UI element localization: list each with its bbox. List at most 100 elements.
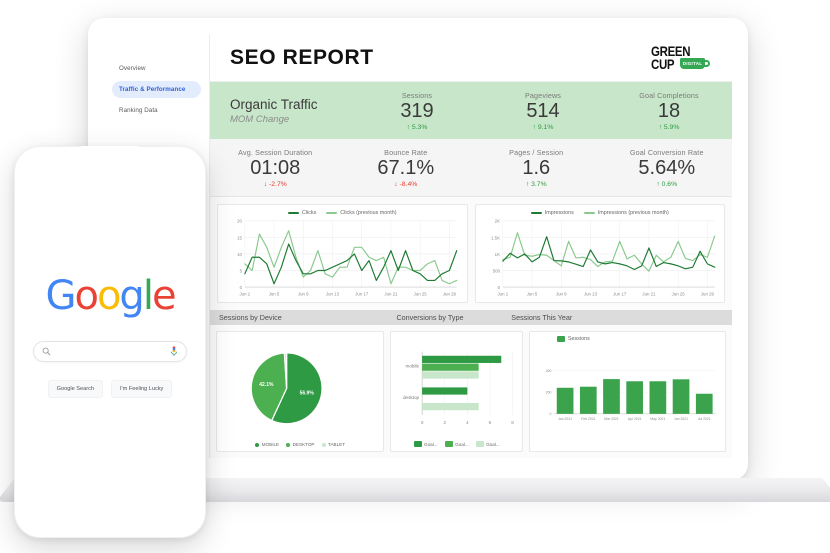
kpi-pageviews: Pageviews 514 ↑ 9.1% — [480, 82, 606, 139]
arrow-up-icon: ↑ — [406, 124, 410, 131]
svg-text:Jun 5: Jun 5 — [526, 292, 537, 297]
kpi-delta: ↑ 0.6% — [604, 181, 731, 188]
phone-notch — [81, 146, 139, 159]
bottom-charts-row: 56.9% 42.1% MOBILE DESKTOP TABLET 0 2 4 … — [210, 325, 732, 458]
legend-item: MOBILE — [255, 442, 279, 447]
svg-text:desktop: desktop — [403, 396, 420, 401]
logo-letter: g — [119, 273, 144, 319]
svg-text:10: 10 — [237, 252, 242, 257]
kpi-delta: ↓ -8.4% — [343, 181, 470, 188]
kpi-delta: ↑ 5.9% — [608, 124, 730, 131]
svg-text:Mar 2021: Mar 2021 — [604, 418, 618, 422]
sidebar-item-traffic-performance[interactable]: Traffic & Performance — [112, 81, 201, 98]
kpi-delta-text: 0.6% — [661, 181, 678, 188]
conversions-by-type-card: 0 2 4 6 8 mobile desktop Goal... Goal... — [390, 331, 523, 452]
legend-item: Sessions — [556, 336, 590, 343]
kpi-delta-text: -8.4% — [399, 181, 418, 188]
svg-text:56.9%: 56.9% — [300, 391, 315, 397]
svg-text:0: 0 — [497, 285, 500, 290]
legend-swatch — [255, 442, 260, 447]
legend-item: Clicks (previous month) — [326, 210, 397, 216]
section-header-bar: Sessions by Device Conversions by Type S… — [210, 310, 732, 326]
svg-text:42.1%: 42.1% — [259, 383, 274, 389]
kpi-lead: Organic Traffic MOM Change — [210, 82, 354, 139]
legend-item: Goal... — [475, 441, 500, 447]
svg-text:Jun 9: Jun 9 — [555, 292, 566, 297]
clicks-legend: Clicks Clicks (previous month) — [224, 210, 461, 216]
svg-text:1K: 1K — [494, 252, 499, 257]
kpi-band-secondary: Avg. Session Duration 01:08 ↓ -2.7% Boun… — [210, 139, 732, 197]
kpi-label: Goal Completions — [639, 91, 699, 100]
svg-text:Jun 1: Jun 1 — [240, 292, 251, 297]
microphone-icon[interactable] — [170, 346, 178, 358]
sidebar-item-overview[interactable]: Overview — [112, 60, 201, 77]
device-pie-chart: 56.9% 42.1% — [250, 352, 323, 425]
svg-text:mobile: mobile — [406, 364, 420, 369]
arrow-up-icon: ↑ — [656, 181, 660, 188]
svg-text:Jun 17: Jun 17 — [355, 292, 369, 297]
legend-label: MOBILE — [261, 442, 280, 447]
logo-letter: o — [74, 273, 99, 319]
section-title-sessions-this-year: Sessions This Year — [511, 313, 573, 323]
kpi-value: 18 — [657, 100, 681, 122]
legend-label: Clicks (previous month) — [340, 210, 397, 216]
kpi-delta: ↑ 9.1% — [482, 124, 604, 131]
legend-swatch — [556, 336, 565, 343]
google-search-button[interactable]: Google Search — [47, 380, 103, 398]
logo-letter: o — [96, 273, 122, 319]
logo-line-2: CUP DIGITAL — [650, 55, 710, 72]
svg-text:0: 0 — [421, 420, 424, 425]
kpi-label: Pages / Session — [509, 148, 564, 157]
svg-text:Jun 29: Jun 29 — [443, 292, 457, 297]
logo-text-cup: CUP — [650, 55, 675, 72]
logo-digital-text: DIGITAL — [682, 60, 703, 66]
phone-mockup: Google Google Search I'm Feeling Lucky — [14, 146, 206, 538]
legend-item: DESKTOP — [286, 442, 315, 447]
kpi-value: 319 — [400, 100, 434, 122]
legend-label: Clicks — [301, 210, 317, 216]
kpi-lead-title: Organic Traffic — [230, 97, 318, 112]
search-input[interactable] — [33, 341, 187, 362]
kpi-delta-text: -2.7% — [269, 181, 287, 188]
kpi-delta: ↑ 5.3% — [356, 124, 478, 131]
impressions-legend: Impressions Impressions (previous month) — [482, 210, 719, 216]
report-panel: SEO REPORT GREEN CUP DIGITAL Organic Tra… — [210, 34, 732, 458]
legend-label: Goal... — [455, 441, 469, 447]
svg-text:0: 0 — [240, 285, 243, 290]
clicks-chart-card: Clicks Clicks (previous month) 0 5 10 15 20 J… — [217, 204, 468, 304]
kpi-avg-session-duration: Avg. Session Duration 01:08 ↓ -2.7% — [210, 139, 341, 196]
kpi-delta: ↓ -2.7% — [212, 181, 339, 188]
legend-swatch — [321, 442, 326, 447]
report-header: SEO REPORT GREEN CUP DIGITAL — [210, 34, 732, 82]
logo-letter: e — [151, 273, 177, 319]
svg-text:Apr 2021: Apr 2021 — [628, 418, 642, 422]
kpi-sessions: Sessions 319 ↑ 5.3% — [354, 82, 480, 139]
svg-text:400: 400 — [546, 369, 552, 373]
svg-text:5: 5 — [240, 268, 243, 273]
sessions-legend: Sessions — [535, 336, 720, 343]
cup-handle — [702, 59, 710, 67]
legend-swatch — [583, 212, 595, 214]
kpi-goal-conversion-rate: Goal Conversion Rate 5.64% ↑ 0.6% — [602, 139, 733, 196]
kpi-pages-per-session: Pages / Session 1.6 ↑ 3.7% — [471, 139, 602, 196]
kpi-bounce-rate: Bounce Rate 67.1% ↓ -8.4% — [341, 139, 472, 196]
svg-text:Jun 21: Jun 21 — [384, 292, 398, 297]
legend-swatch — [413, 441, 422, 447]
svg-text:2: 2 — [444, 420, 447, 425]
conversions-legend: Goal... Goal... Goal... — [396, 441, 517, 447]
svg-text:0: 0 — [549, 413, 551, 417]
legend-item: TABLET — [321, 442, 346, 447]
svg-text:Jun 17: Jun 17 — [613, 292, 627, 297]
google-buttons: Google Search I'm Feeling Lucky — [47, 380, 173, 398]
google-logo: Google — [45, 273, 177, 319]
sidebar-item-ranking-data[interactable]: Ranking Data — [112, 102, 201, 119]
legend-item: Clicks — [287, 210, 317, 216]
kpi-value: 514 — [526, 100, 560, 122]
legend-label: TABLET — [328, 442, 346, 447]
svg-text:Jun 13: Jun 13 — [583, 292, 597, 297]
kpi-value: 5.64% — [638, 157, 696, 179]
feeling-lucky-button[interactable]: I'm Feeling Lucky — [110, 380, 173, 398]
arrow-up-icon: ↑ — [658, 124, 662, 131]
svg-text:Feb 2021: Feb 2021 — [581, 418, 595, 422]
kpi-value: 1.6 — [522, 157, 551, 179]
